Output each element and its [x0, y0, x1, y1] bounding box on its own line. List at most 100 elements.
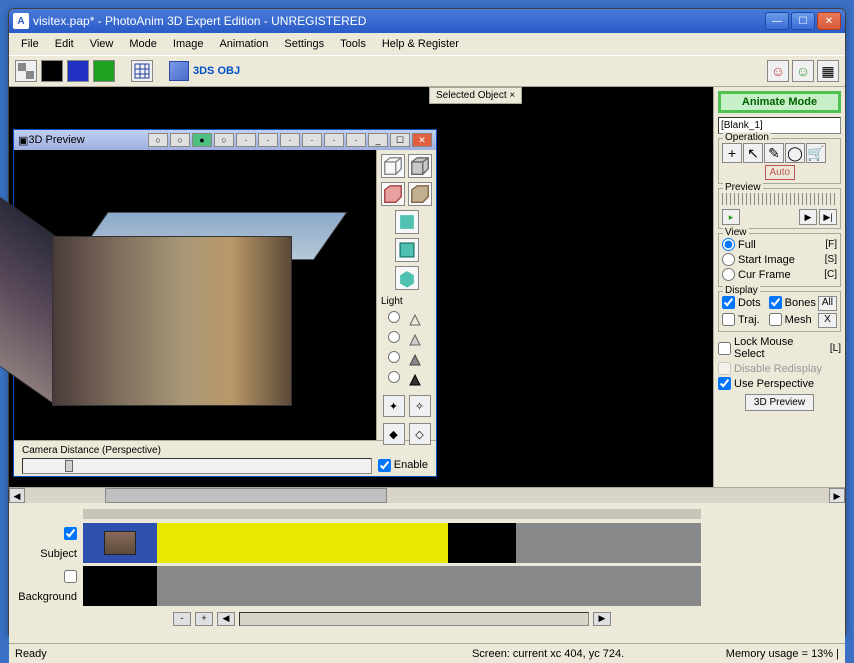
display-dots-row[interactable]: Dots [722, 296, 767, 309]
preview-btn-5[interactable]: · [258, 133, 278, 147]
preview-slider[interactable] [722, 193, 837, 205]
tl-scroll[interactable] [239, 612, 589, 626]
preview-end-button[interactable]: ▶| [819, 209, 837, 225]
menu-tools[interactable]: Tools [332, 35, 374, 53]
view-cur-row[interactable]: Cur Frame[C] [722, 268, 837, 281]
scroll-track[interactable] [25, 488, 829, 503]
menu-settings[interactable]: Settings [276, 35, 332, 53]
view-full-row[interactable]: Full[F] [722, 238, 837, 251]
light-radio-1[interactable] [388, 311, 400, 323]
preview-marker-icon[interactable]: ▸ [722, 209, 740, 225]
menu-mode[interactable]: Mode [121, 35, 165, 53]
minimize-button[interactable]: — [765, 12, 789, 30]
menu-edit[interactable]: Edit [47, 35, 82, 53]
display-bones-row[interactable]: Bones [769, 296, 816, 309]
tl-btn-right[interactable]: ▶ [593, 612, 611, 626]
subject-seg-black[interactable] [448, 523, 516, 563]
swatch-black[interactable] [41, 60, 63, 82]
preview-titlebar[interactable]: ▣ 3D Preview ○ ○ ● ○ · · · · · · _ ☐ ✕ [14, 130, 436, 150]
menu-file[interactable]: File [13, 35, 47, 53]
preview-play-button[interactable]: ▶ [799, 209, 817, 225]
shape-teal-3-icon[interactable] [395, 266, 419, 290]
preview-close[interactable]: ✕ [412, 133, 432, 147]
close-button[interactable]: ✕ [817, 12, 841, 30]
subject-seg-gray[interactable] [516, 523, 701, 563]
display-mesh-row[interactable]: Mesh [769, 313, 816, 326]
bg-seg-gray[interactable] [157, 566, 701, 606]
light-radio-2[interactable] [388, 331, 400, 343]
swatch-green[interactable] [93, 60, 115, 82]
light-radio-4[interactable] [388, 371, 400, 383]
bg-seg-black[interactable] [83, 566, 157, 606]
preview-canvas[interactable] [14, 150, 376, 440]
view-cur-radio[interactable] [722, 268, 735, 281]
preview-minimize[interactable]: _ [368, 133, 388, 147]
tool-user1-icon[interactable]: ☺ [767, 60, 789, 82]
preview-btn-8[interactable]: · [324, 133, 344, 147]
preview-btn-4[interactable]: · [236, 133, 256, 147]
display-traj-row[interactable]: Traj. [722, 313, 767, 326]
background-track[interactable] [83, 566, 701, 606]
op-lasso-icon[interactable]: ◯ [785, 143, 805, 163]
tab-selected-object[interactable]: Selected Object × [429, 87, 522, 104]
menu-animation[interactable]: Animation [211, 35, 276, 53]
display-all-button[interactable]: All [818, 296, 837, 311]
enable-checkbox-row[interactable]: Enable [378, 459, 428, 472]
subject-seg-yellow[interactable] [157, 523, 447, 563]
preview-btn-9[interactable]: · [346, 133, 366, 147]
display-x-button[interactable]: X [818, 313, 837, 328]
animate-mode-button[interactable]: Animate Mode [718, 91, 841, 113]
shape-cube-red-icon[interactable] [381, 182, 405, 206]
preview-btn-3[interactable]: ○ [214, 133, 234, 147]
menu-help[interactable]: Help & Register [374, 35, 467, 53]
preview-btn-1[interactable]: ○ [148, 133, 168, 147]
subject-track[interactable] [83, 523, 701, 563]
preview-btn-2[interactable]: ○ [170, 133, 190, 147]
3ds-obj-button[interactable]: 3DS OBJ [169, 61, 240, 81]
horizontal-scrollbar[interactable]: ◀ ▶ [9, 487, 845, 503]
menu-view[interactable]: View [82, 35, 122, 53]
tool-checker-icon[interactable] [15, 60, 37, 82]
lock-mouse-check[interactable] [718, 342, 731, 355]
view-start-radio[interactable] [722, 253, 735, 266]
preview-btn-6[interactable]: · [280, 133, 300, 147]
shape-teal-1-icon[interactable] [395, 210, 419, 234]
use-perspective-check[interactable] [718, 377, 731, 390]
menu-image[interactable]: Image [165, 35, 212, 53]
enable-checkbox[interactable] [378, 459, 391, 472]
op-add-icon[interactable]: + [722, 143, 742, 163]
scroll-right-button[interactable]: ▶ [829, 488, 845, 503]
op-edit-icon[interactable]: ✎ [764, 143, 784, 163]
tool-panel-icon[interactable]: ▦ [817, 60, 839, 82]
timeline-ruler[interactable] [83, 509, 701, 519]
shape-teal-2-icon[interactable] [395, 238, 419, 262]
camera-distance-slider[interactable] [22, 458, 372, 474]
shape-cube-tex-icon[interactable] [408, 182, 432, 206]
tl-btn-plus[interactable]: + [195, 612, 213, 626]
preview-maximize[interactable]: ☐ [390, 133, 410, 147]
light-tool-b-icon[interactable]: ✧ [409, 395, 431, 417]
light-tool-d-icon[interactable]: ◇ [409, 423, 431, 445]
display-dots-check[interactable] [722, 296, 735, 309]
view-start-row[interactable]: Start Image[S] [722, 253, 837, 266]
scroll-left-button[interactable]: ◀ [9, 488, 25, 503]
maximize-button[interactable]: ☐ [791, 12, 815, 30]
op-pointer-icon[interactable]: ↖ [743, 143, 763, 163]
preview-btn-7[interactable]: · [302, 133, 322, 147]
view-full-radio[interactable] [722, 238, 735, 251]
shape-cube-solid-icon[interactable] [408, 154, 432, 178]
op-cart-icon[interactable]: 🛒 [806, 143, 826, 163]
shape-cube-wire-icon[interactable] [381, 154, 405, 178]
scroll-thumb[interactable] [105, 488, 386, 503]
subject-seg-thumb[interactable] [83, 523, 157, 563]
tool-user2-icon[interactable]: ☺ [792, 60, 814, 82]
3d-preview-button[interactable]: 3D Preview [745, 394, 814, 411]
grid-tool-icon[interactable] [131, 60, 153, 82]
display-mesh-check[interactable] [769, 313, 782, 326]
tl-btn-minus[interactable]: - [173, 612, 191, 626]
lock-mouse-row[interactable]: Lock Mouse Select[L] [718, 336, 841, 360]
display-bones-check[interactable] [769, 296, 782, 309]
auto-button[interactable]: Auto [765, 165, 795, 180]
main-canvas[interactable] [429, 87, 709, 487]
preview-btn-play[interactable]: ● [192, 133, 212, 147]
